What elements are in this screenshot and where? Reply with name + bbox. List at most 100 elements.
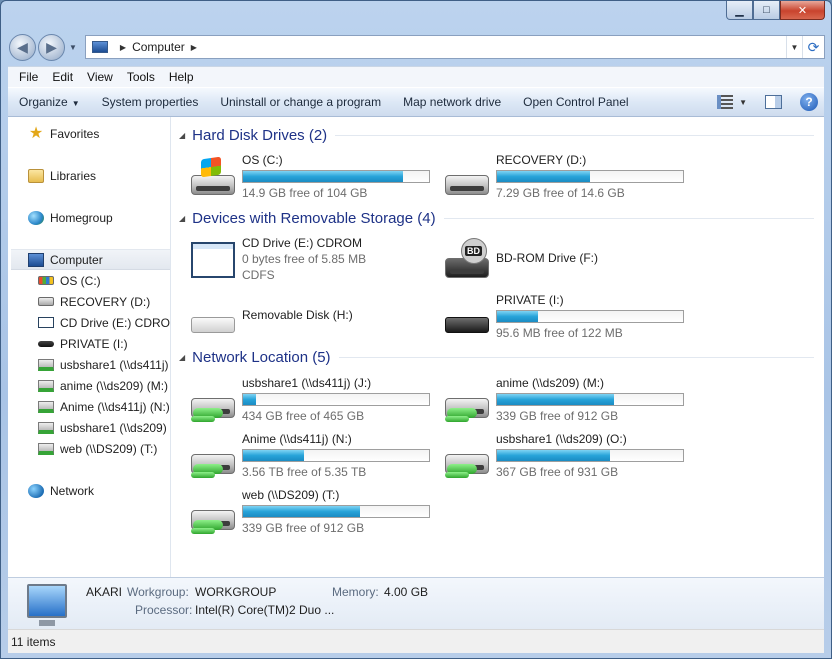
main-area: ★ Favorites Libraries Homegroup Computer … xyxy=(8,117,824,577)
computer-icon xyxy=(91,41,108,53)
drive-name: PRIVATE (I:) xyxy=(496,293,564,307)
menu-file[interactable]: File xyxy=(12,70,45,84)
preview-pane-icon[interactable] xyxy=(765,95,782,109)
nav-label: usbshare1 (\\ds411j) xyxy=(60,357,169,372)
memory-label: Memory: xyxy=(332,585,379,599)
network-drive-icon xyxy=(443,436,491,478)
drive-free-space: 339 GB free of 912 GB xyxy=(496,409,619,423)
group-title: Network Location (5) xyxy=(192,349,331,366)
drive-tile-anime-ds411j[interactable]: Anime (\\ds411j) (N:) 3.56 TB free of 5.… xyxy=(189,432,439,484)
workgroup-value: WORKGROUP xyxy=(195,585,277,599)
nav-drive-private[interactable]: PRIVATE (I:) xyxy=(8,333,170,354)
nav-label: Computer xyxy=(50,252,103,267)
network-drive-icon xyxy=(38,379,54,392)
collapse-arrow-icon[interactable]: ◢ xyxy=(179,214,185,223)
drive-name: RECOVERY (D:) xyxy=(496,153,587,167)
drive-tile-bdrom[interactable]: BD BD-ROM Drive (F:) xyxy=(443,236,693,288)
drive-name: anime (\\ds209) (M:) xyxy=(496,376,605,390)
usage-bar-fill xyxy=(243,394,257,405)
drive-tile-cd[interactable]: CD Drive (E:) CDROM 0 bytes free of 5.85… xyxy=(189,236,439,288)
close-button[interactable]: ✕ xyxy=(780,1,825,20)
address-history-dropdown[interactable]: ▼ xyxy=(786,36,802,58)
drive-tile-recovery[interactable]: RECOVERY (D:) 7.29 GB free of 14.6 GB xyxy=(443,153,693,205)
usage-bar-fill xyxy=(243,171,403,182)
nav-network[interactable]: Network xyxy=(8,480,170,501)
nav-computer[interactable]: Computer xyxy=(11,249,170,270)
nav-label: OS (C:) xyxy=(60,273,101,288)
drive-name: Anime (\\ds411j) (N:) xyxy=(242,432,352,446)
computer-monitor-icon xyxy=(27,584,67,626)
chevron-down-icon: ▼ xyxy=(71,99,80,108)
help-icon[interactable]: ? xyxy=(800,93,818,111)
breadcrumb-chevron-icon[interactable]: ▶ xyxy=(191,43,197,52)
menu-tools[interactable]: Tools xyxy=(120,70,162,84)
group-divider xyxy=(335,135,814,136)
drive-name: OS (C:) xyxy=(242,153,283,167)
drive-tile-anime-ds209[interactable]: anime (\\ds209) (M:) 339 GB free of 912 … xyxy=(443,376,693,428)
drive-tile-os[interactable]: OS (C:) 14.9 GB free of 104 GB xyxy=(189,153,439,205)
breadcrumb-chevron-icon[interactable]: ▶ xyxy=(120,43,126,52)
change-view-icon[interactable] xyxy=(717,95,734,109)
refresh-icon[interactable]: ⟳ xyxy=(802,36,824,58)
group-header-removable[interactable]: ◢ Devices with Removable Storage (4) xyxy=(179,210,814,227)
hard-drive-icon xyxy=(443,157,491,197)
usage-bar-fill xyxy=(243,450,305,461)
drive-tile-web[interactable]: web (\\DS209) (T:) 339 GB free of 912 GB xyxy=(189,488,439,540)
caption-buttons: ▁ □ ✕ xyxy=(726,1,825,20)
nav-drive-recovery[interactable]: RECOVERY (D:) xyxy=(8,291,170,312)
collapse-arrow-icon[interactable]: ◢ xyxy=(179,131,185,140)
collapse-arrow-icon[interactable]: ◢ xyxy=(179,353,185,362)
drive-tile-usbshare1-ds411j[interactable]: usbshare1 (\\ds411j) (J:) 434 GB free of… xyxy=(189,376,439,428)
nav-drive-usbshare1-ds209[interactable]: usbshare1 (\\ds209) ( xyxy=(8,417,170,438)
usage-bar-fill xyxy=(497,394,615,405)
address-bar[interactable]: ▶ Computer ▶ ▼ ⟳ xyxy=(84,35,825,59)
open-control-panel-button[interactable]: Open Control Panel xyxy=(515,95,636,109)
nav-favorites[interactable]: ★ Favorites xyxy=(8,123,170,144)
drive-tile-private[interactable]: PRIVATE (I:) 95.6 MB free of 122 MB xyxy=(443,293,693,345)
nav-drive-anime-ds411j[interactable]: Anime (\\ds411j) (N:) xyxy=(8,396,170,417)
usage-bar-fill xyxy=(497,450,611,461)
back-button[interactable]: ◀ xyxy=(9,33,36,61)
drive-free-space: 95.6 MB free of 122 MB xyxy=(496,326,623,340)
network-drive-icon xyxy=(38,421,54,434)
network-icon xyxy=(28,483,44,498)
drive-tile-removable-h[interactable]: Removable Disk (H:) xyxy=(189,293,439,345)
menu-view[interactable]: View xyxy=(80,70,120,84)
drive-name: web (\\DS209) (T:) xyxy=(242,488,340,502)
processor-value: Intel(R) Core(TM)2 Duo ... xyxy=(195,603,335,617)
network-drive-icon xyxy=(38,400,54,413)
map-network-drive-button[interactable]: Map network drive xyxy=(395,95,509,109)
recent-pages-dropdown[interactable]: ▼ xyxy=(69,43,77,52)
nav-drive-anime-ds209[interactable]: anime (\\ds209) (M:) xyxy=(8,375,170,396)
nav-drive-usbshare1-ds411j[interactable]: usbshare1 (\\ds411j) xyxy=(8,354,170,375)
usb-drive-icon xyxy=(443,297,491,337)
maximize-button[interactable]: □ xyxy=(753,1,780,20)
breadcrumb-computer[interactable]: Computer xyxy=(132,40,185,54)
drive-name: Removable Disk (H:) xyxy=(242,308,353,322)
menu-edit[interactable]: Edit xyxy=(45,70,80,84)
nav-libraries[interactable]: Libraries xyxy=(8,165,170,186)
nav-label: Anime (\\ds411j) (N:) xyxy=(60,399,170,414)
system-properties-button[interactable]: System properties xyxy=(94,95,207,109)
nav-drive-web[interactable]: web (\\DS209) (T:) xyxy=(8,438,170,459)
nav-homegroup[interactable]: Homegroup xyxy=(8,207,170,228)
nav-drive-os[interactable]: OS (C:) xyxy=(8,270,170,291)
hard-drive-icon xyxy=(38,297,54,306)
drive-free-space: 0 bytes free of 5.85 MB xyxy=(242,252,367,266)
drive-tile-usbshare1-ds209[interactable]: usbshare1 (\\ds209) (O:) 367 GB free of … xyxy=(443,432,693,484)
bd-rom-drive-icon: BD xyxy=(443,238,491,280)
navigation-pane: ★ Favorites Libraries Homegroup Computer … xyxy=(8,117,171,577)
nav-drive-cd[interactable]: CD Drive (E:) CDROM xyxy=(8,312,170,333)
organize-button[interactable]: Organize ▼ xyxy=(11,95,88,109)
menu-bar: File Edit View Tools Help xyxy=(8,66,824,87)
removable-disk-icon xyxy=(189,297,237,337)
group-header-network[interactable]: ◢ Network Location (5) xyxy=(179,349,814,366)
menu-help[interactable]: Help xyxy=(162,70,201,84)
nav-label: Favorites xyxy=(50,126,100,141)
group-header-hard-disk[interactable]: ◢ Hard Disk Drives (2) xyxy=(179,127,814,144)
cd-drive-icon xyxy=(38,317,54,328)
forward-button[interactable]: ▶ xyxy=(38,33,65,61)
uninstall-program-button[interactable]: Uninstall or change a program xyxy=(212,95,389,109)
view-options-dropdown[interactable]: ▼ xyxy=(739,98,747,107)
minimize-button[interactable]: ▁ xyxy=(726,1,753,20)
